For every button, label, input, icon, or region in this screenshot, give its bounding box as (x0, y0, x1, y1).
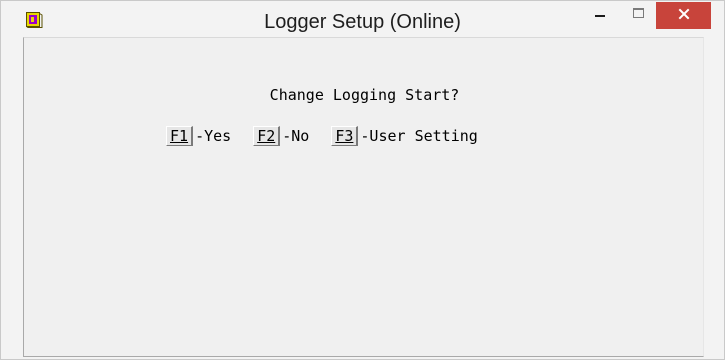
function-key-options: F1 -Yes F2 -No F3 -User Setting (166, 126, 500, 146)
f2-option-label: -No (282, 127, 310, 145)
close-icon (678, 7, 690, 25)
minimize-button[interactable] (578, 1, 622, 29)
f2-no-button[interactable]: F2 (253, 126, 281, 146)
f1-option-label: -Yes (195, 127, 232, 145)
minimize-icon (594, 6, 606, 24)
dialog-client-area: Change Logging Start? F1 -Yes F2 -No F3 … (23, 37, 704, 357)
maximize-icon (633, 6, 645, 24)
f3-option-label: -User Setting (360, 127, 478, 145)
close-button[interactable] (656, 2, 711, 29)
logger-app-icon[interactable] (26, 12, 43, 28)
title-bar[interactable]: Logger Setup (Online) (1, 1, 724, 37)
maximize-button[interactable] (622, 1, 656, 29)
logger-setup-window: Logger Setup (Online) Change Logging Sta… (0, 0, 725, 360)
f1-yes-button[interactable]: F1 (166, 126, 194, 146)
dialog-prompt: Change Logging Start? (269, 86, 460, 104)
f3-user-setting-button[interactable]: F3 (331, 126, 359, 146)
